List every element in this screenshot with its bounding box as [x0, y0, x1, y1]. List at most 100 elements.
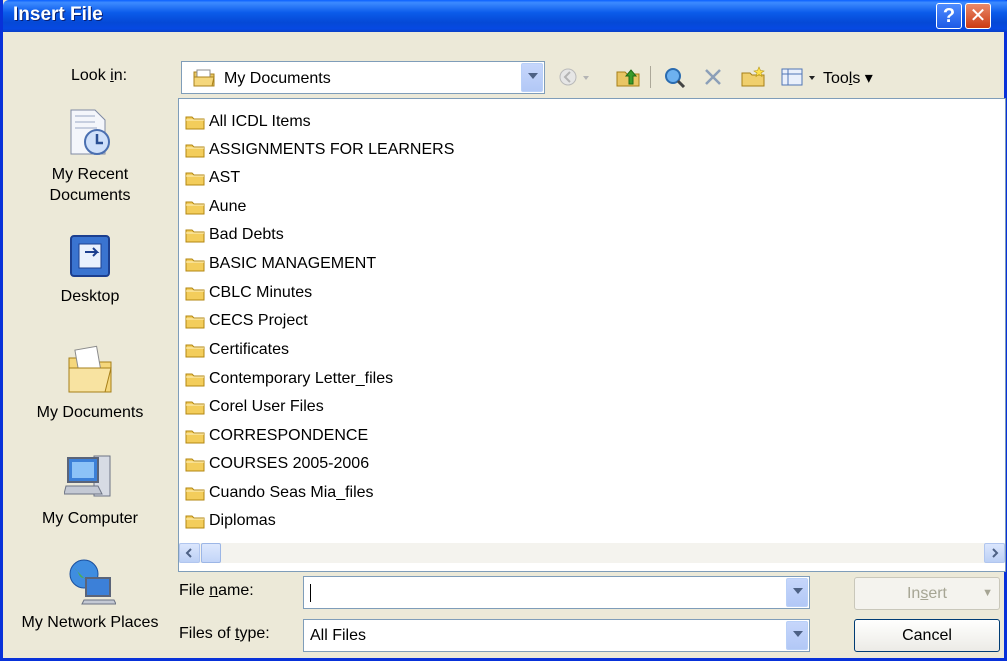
list-item[interactable]: COURSES 2005-2006 — [185, 452, 369, 476]
dropdown-arrow-icon — [786, 621, 808, 650]
search-web-icon[interactable] — [663, 66, 687, 88]
file-name: Corel User Files — [209, 398, 324, 415]
places-bar: My Recent Documents Desktop My Documents — [15, 96, 165, 646]
folder-icon — [185, 229, 205, 243]
list-item[interactable]: Contemporary Letter_files — [185, 367, 393, 391]
list-item[interactable]: CECS Project — [185, 309, 308, 333]
new-folder-icon[interactable] — [740, 66, 766, 88]
place-my-recent-documents[interactable]: My Recent Documents — [15, 108, 165, 206]
files-of-type-dropdown-button[interactable] — [786, 621, 808, 650]
place-my-documents[interactable]: My Documents — [15, 344, 165, 423]
look-in-combo[interactable]: My Documents — [181, 61, 545, 94]
folder-icon — [185, 315, 205, 329]
files-of-type-combo[interactable]: All Files — [303, 619, 810, 652]
views-icon[interactable] — [780, 66, 804, 88]
network-places-icon — [69, 559, 116, 605]
file-name: AST — [209, 169, 241, 186]
scroll-thumb[interactable] — [201, 543, 221, 563]
file-name: Certificates — [209, 341, 290, 358]
list-item[interactable]: Cuando Seas Mia_files — [185, 481, 374, 505]
window-title: Insert File — [13, 4, 103, 25]
back-icon[interactable] — [557, 66, 579, 88]
list-item[interactable]: AST — [185, 166, 240, 190]
folder-icon — [185, 458, 205, 472]
look-in-dropdown-button[interactable] — [521, 63, 543, 92]
insert-button[interactable]: Insert ▼ — [854, 577, 1000, 610]
list-item[interactable]: Aune — [185, 195, 246, 219]
folder-icon — [185, 515, 205, 529]
place-label: My Documents — [36, 404, 144, 421]
scroll-left-button[interactable] — [179, 543, 200, 563]
list-item[interactable]: CBLC Minutes — [185, 281, 312, 305]
file-name: Aune — [209, 198, 247, 215]
list-item[interactable]: Corel User Files — [185, 395, 324, 419]
back-dropdown-icon[interactable] — [581, 66, 591, 88]
place-label: My Computer — [41, 510, 139, 527]
up-one-level-icon[interactable] — [615, 66, 641, 88]
list-item[interactable]: All ICDL Items — [185, 110, 311, 134]
views-dropdown-icon[interactable] — [807, 66, 817, 88]
tools-menu[interactable]: Tools ▾ — [823, 68, 873, 88]
folder-icon — [185, 287, 205, 301]
my-documents-icon — [68, 345, 112, 393]
file-name: All ICDL Items — [209, 113, 311, 130]
file-name: Cuando Seas Mia_files — [209, 484, 374, 501]
scroll-right-button[interactable] — [984, 543, 1005, 563]
folder-icon — [185, 201, 205, 215]
file-name-dropdown-button[interactable] — [786, 578, 808, 607]
delete-icon[interactable] — [702, 66, 724, 88]
folder-icon — [185, 116, 205, 130]
files-of-type-label: Files of type: — [179, 625, 270, 642]
folder-icon — [185, 344, 205, 358]
list-item[interactable]: Bad Debts — [185, 223, 284, 247]
file-name: Bad Debts — [209, 226, 284, 243]
file-name-combo[interactable] — [303, 576, 810, 609]
text-caret — [310, 584, 311, 602]
folder-icon — [185, 430, 205, 444]
folder-open-icon — [193, 69, 215, 87]
folder-icon — [185, 373, 205, 387]
folder-icon — [185, 258, 205, 272]
list-item[interactable]: BASIC MANAGEMENT — [185, 252, 376, 276]
list-item[interactable]: ASSIGNMENTS FOR LEARNERS — [185, 138, 454, 162]
place-my-network-places[interactable]: My Network Places — [15, 556, 165, 633]
my-computer-icon — [64, 455, 111, 497]
look-in-value: My Documents — [224, 70, 331, 87]
insert-file-dialog: Insert File ? ✕ Look in: My Documents To… — [0, 0, 1007, 661]
list-item[interactable]: Diplomas — [185, 509, 276, 533]
file-name: CECS Project — [209, 312, 308, 329]
folder-icon — [185, 487, 205, 501]
file-name: COURSES 2005-2006 — [209, 455, 370, 472]
look-in-label: Look in: — [71, 67, 128, 84]
place-desktop[interactable]: Desktop — [15, 232, 165, 307]
file-name: CBLC Minutes — [209, 284, 313, 301]
file-name: Contemporary Letter_files — [209, 370, 394, 387]
help-button[interactable]: ? — [936, 3, 962, 29]
dropdown-arrow-icon — [786, 578, 808, 607]
list-item[interactable]: CORRESPONDENCE — [185, 424, 368, 448]
file-list[interactable]: All ICDL Items ASSIGNMENTS FOR LEARNERS … — [178, 98, 1006, 572]
arrow-left-icon — [185, 548, 192, 558]
title-bar[interactable]: Insert File ? ✕ — [3, 0, 1007, 32]
file-name-label: File name: — [179, 582, 254, 599]
list-item[interactable]: Certificates — [185, 338, 289, 362]
folder-icon — [185, 172, 205, 186]
file-name: CORRESPONDENCE — [209, 427, 369, 444]
place-label: My Network Places — [21, 614, 159, 631]
folder-icon — [185, 144, 205, 158]
close-button[interactable]: ✕ — [965, 3, 991, 29]
insert-dropdown-icon[interactable]: ▼ — [982, 578, 993, 609]
files-of-type-value: All Files — [310, 627, 367, 644]
recent-documents-icon — [70, 109, 110, 155]
place-label: My Recent Documents — [49, 166, 131, 204]
place-my-computer[interactable]: My Computer — [15, 452, 165, 529]
arrow-right-icon — [992, 548, 999, 558]
file-name: BASIC MANAGEMENT — [209, 255, 377, 272]
horizontal-scrollbar[interactable] — [179, 543, 1005, 563]
folder-icon — [185, 401, 205, 415]
file-name: ASSIGNMENTS FOR LEARNERS — [209, 141, 455, 158]
place-label: Desktop — [60, 288, 120, 305]
desktop-icon — [70, 235, 110, 277]
file-name: Diplomas — [209, 512, 276, 529]
cancel-button[interactable]: Cancel — [854, 619, 1000, 652]
